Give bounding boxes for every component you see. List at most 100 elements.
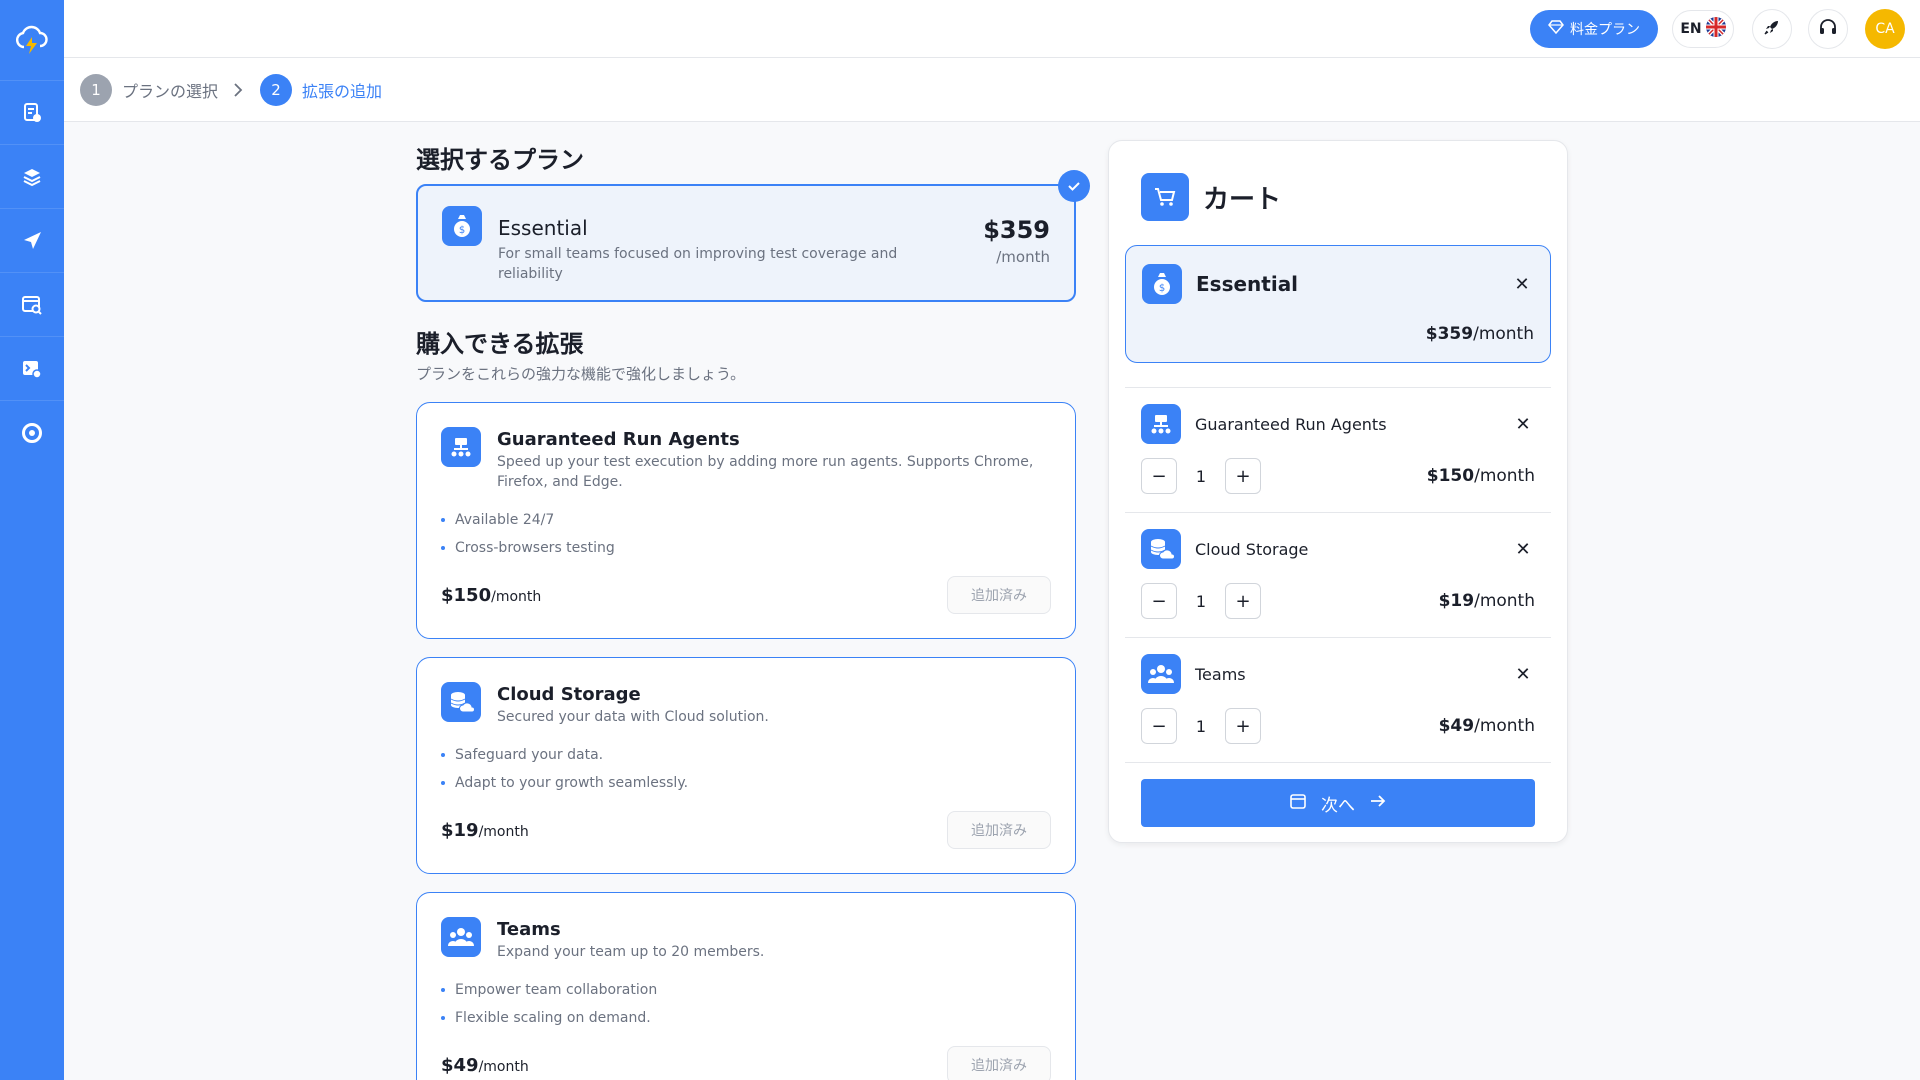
cart-panel: カート $ Essential ✕ $359/month Guaranteed … — [1108, 140, 1568, 843]
plan-description: For small teams focused on improving tes… — [498, 246, 898, 282]
extension-description: Expand your team up to 20 members. — [497, 944, 765, 960]
extension-description: Secured your data with Cloud solution. — [497, 709, 769, 725]
cart-plan-price: $359/month — [1425, 324, 1534, 344]
headset-icon — [1818, 17, 1838, 41]
increment-button[interactable]: + — [1225, 708, 1261, 744]
user-avatar[interactable]: CA — [1865, 9, 1905, 49]
feature-bullet: Empower team collaboration — [441, 976, 1051, 1004]
support-button[interactable] — [1808, 9, 1848, 49]
language-selector[interactable]: EN — [1672, 10, 1734, 48]
cloud-storage-icon — [441, 682, 481, 722]
pricing-plan-label: 料金プラン — [1570, 22, 1640, 38]
sidebar — [0, 0, 64, 1080]
extension-card-cloud-storage: Cloud Storage Secured your data with Clo… — [416, 657, 1076, 874]
remove-item-close-icon[interactable]: ✕ — [1511, 412, 1535, 436]
extension-name: Teams — [497, 919, 561, 940]
feature-bullet: Adapt to your growth seamlessly. — [441, 769, 1051, 797]
step-select-plan[interactable]: 1 プランの選択 — [80, 73, 219, 106]
language-code: EN — [1680, 21, 1702, 37]
chevron-right-icon — [232, 82, 244, 98]
money-bag-icon: $ — [442, 206, 482, 246]
plan-period: /month — [996, 248, 1050, 266]
cloud-storage-icon — [1141, 529, 1181, 569]
money-bag-icon: $ — [1142, 264, 1182, 304]
selected-plan-heading: 選択するプラン — [416, 146, 584, 174]
decrement-button[interactable]: − — [1141, 583, 1177, 619]
step-label: 拡張の追加 — [302, 81, 383, 101]
cart-plan-item: $ Essential ✕ $359/month — [1125, 245, 1551, 363]
plan-name: Essential — [498, 216, 588, 240]
diamond-icon — [1548, 20, 1564, 38]
extension-description: Speed up your test execution by adding m… — [497, 454, 1034, 490]
increment-button[interactable]: + — [1225, 583, 1261, 619]
extension-price: $49/month — [441, 1054, 529, 1076]
remove-item-close-icon[interactable]: ✕ — [1511, 537, 1535, 561]
cart-item-price: $150/month — [1426, 466, 1535, 486]
terminal-settings-icon[interactable] — [0, 336, 64, 400]
extensions-heading: 購入できる拡張 — [416, 330, 584, 358]
remove-plan-close-icon[interactable]: ✕ — [1510, 272, 1534, 296]
browser-search-icon[interactable] — [0, 272, 64, 336]
main-content: 選択するプラン $ Essential For small teams focu… — [416, 122, 1090, 1080]
decrement-button[interactable]: − — [1141, 708, 1177, 744]
send-icon[interactable] — [0, 208, 64, 272]
calendar-icon — [1289, 792, 1307, 815]
step-number: 2 — [260, 73, 293, 106]
extension-name: Cloud Storage — [497, 684, 641, 705]
extension-price: $19/month — [441, 819, 529, 841]
team-icon — [441, 917, 481, 957]
team-icon — [1141, 654, 1181, 694]
cart-item-cloud-storage: Cloud Storage ✕ − 1 + $19/month — [1125, 513, 1551, 638]
arrow-right-icon — [1369, 793, 1387, 813]
step-add-extensions[interactable]: 2 拡張の追加 — [260, 73, 383, 106]
increment-button[interactable]: + — [1225, 458, 1261, 494]
extension-card-run-agents: Guaranteed Run Agents Speed up your test… — [416, 402, 1076, 639]
cart-item-run-agents: Guaranteed Run Agents ✕ − 1 + $150/month — [1125, 388, 1551, 513]
support-lifebuoy-icon[interactable] — [0, 400, 64, 464]
step-number: 1 — [80, 73, 112, 106]
test-plans-icon[interactable] — [0, 80, 64, 144]
cart-item-name: Teams — [1195, 664, 1246, 684]
added-button[interactable]: 追加済み — [947, 1046, 1051, 1080]
decrement-button[interactable]: − — [1141, 458, 1177, 494]
cart-item-teams: Teams ✕ − 1 + $49/month — [1125, 638, 1551, 763]
feature-bullet: Cross-browsers testing — [441, 534, 1051, 562]
check-icon — [1058, 170, 1090, 202]
extension-name: Guaranteed Run Agents — [497, 429, 740, 450]
quantity-value: 1 — [1195, 716, 1207, 736]
rocket-icon — [1763, 18, 1781, 40]
step-label: プランの選択 — [122, 81, 219, 101]
extensions-subtitle: プランをこれらの強力な機能で強化しましょう。 — [416, 365, 746, 383]
svg-text:$: $ — [459, 225, 465, 236]
added-button[interactable]: 追加済み — [947, 811, 1051, 849]
extension-price: $150/month — [441, 584, 542, 606]
svg-text:$: $ — [1159, 283, 1165, 294]
quantity-value: 1 — [1195, 591, 1207, 611]
cart-item-price: $49/month — [1438, 716, 1535, 736]
plan-price: $359 — [983, 216, 1050, 244]
app-logo[interactable] — [0, 0, 64, 80]
cart-title: カート — [1203, 184, 1282, 215]
extension-card-teams: Teams Expand your team up to 20 members.… — [416, 892, 1076, 1080]
cart-item-price: $19/month — [1438, 591, 1535, 611]
selected-plan-card[interactable]: $ Essential For small teams focused on i… — [416, 170, 1090, 302]
step-bar: 1 プランの選択 2 拡張の追加 — [64, 58, 1920, 122]
cart-item-name: Guaranteed Run Agents — [1195, 414, 1387, 434]
remove-item-close-icon[interactable]: ✕ — [1511, 662, 1535, 686]
feature-bullet: Safeguard your data. — [441, 741, 1051, 769]
shopping-cart-icon — [1141, 173, 1189, 221]
added-button[interactable]: 追加済み — [947, 576, 1051, 614]
uk-flag-icon — [1705, 17, 1726, 41]
feature-bullet: Flexible scaling on demand. — [441, 1004, 1051, 1032]
cart-plan-name: Essential — [1196, 272, 1299, 296]
network-agents-icon — [1141, 404, 1181, 444]
network-agents-icon — [441, 427, 481, 467]
next-button[interactable]: 次へ — [1141, 779, 1535, 827]
quantity-value: 1 — [1195, 466, 1207, 486]
cart-item-name: Cloud Storage — [1195, 539, 1309, 559]
rocket-button[interactable] — [1752, 9, 1792, 49]
next-label: 次へ — [1321, 795, 1355, 816]
pricing-plan-button[interactable]: 料金プラン — [1530, 10, 1658, 48]
layers-icon[interactable] — [0, 144, 64, 208]
feature-bullet: Available 24/7 — [441, 506, 1051, 534]
